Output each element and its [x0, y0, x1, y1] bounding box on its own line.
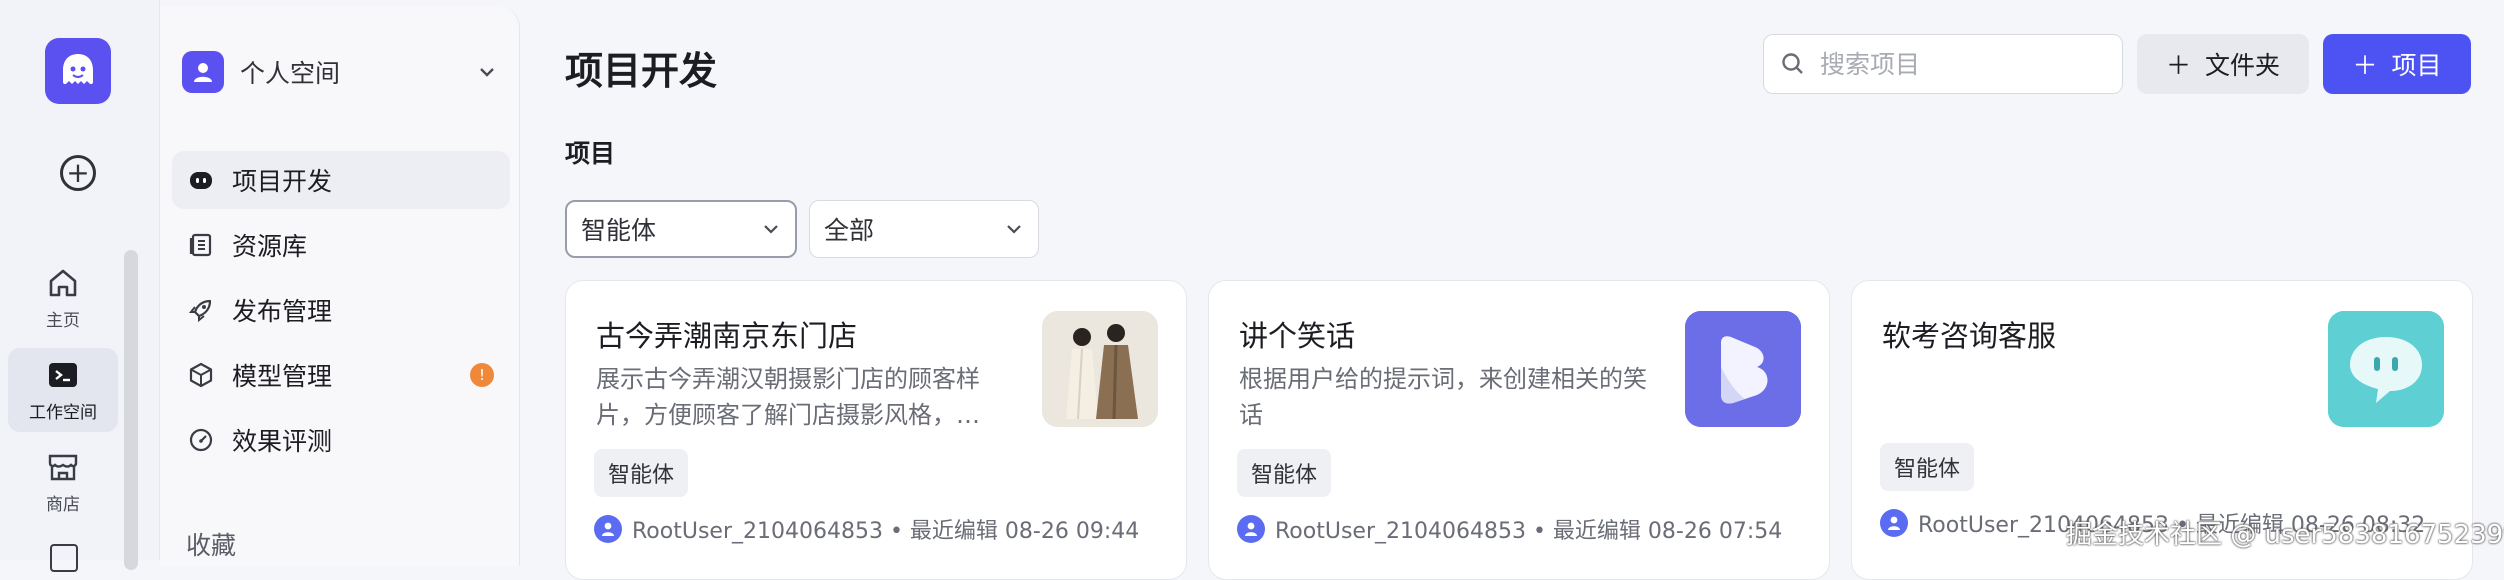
card-tag: 智能体 — [1237, 449, 1332, 497]
card-meta-text: RootUser_2104064853 • 最近编辑 08-26 07:54 — [1275, 519, 1783, 544]
project-card[interactable]: 讲个笑话 根据用户给的提示词，来创建相关的笑话 智能体 RootUser_210… — [1208, 280, 1830, 580]
library-icon — [189, 233, 212, 257]
plus-icon: ＋ — [2165, 51, 2191, 80]
search-icon — [1782, 53, 1803, 74]
new-folder-button[interactable]: ＋ 文件夹 — [2137, 34, 2309, 94]
terminal-icon — [49, 362, 77, 387]
avatar — [1880, 509, 1908, 537]
new-project-label: 项目 — [2391, 51, 2442, 80]
app-rail: + 主页 工作空间 商店 — [0, 0, 160, 572]
store-icon — [48, 454, 78, 480]
sidebar-item-label: 项目开发 — [232, 167, 333, 196]
card-description: 展示古今弄潮汉朝摄影门店的顾客样片，方便顾客了解门店摄影风格，… — [596, 365, 980, 429]
chevron-down-icon — [764, 225, 778, 234]
card-description: 根据用户给的提示词，来创建相关的笑话 — [1239, 365, 1647, 429]
sidebar-item-models[interactable]: 模型管理 ! — [172, 346, 510, 404]
chat-bubble-icon — [2328, 311, 2444, 427]
sidebar-item-label: 资源库 — [232, 232, 308, 261]
rail-scrollbar[interactable] — [124, 250, 138, 570]
rail-item-label: 主页 — [46, 310, 80, 331]
user-icon — [194, 63, 212, 82]
sidebar-item-library[interactable]: 资源库 — [172, 216, 510, 274]
hanfu-photo-icon — [1042, 311, 1158, 427]
page-title: 项目开发 — [565, 49, 718, 93]
bot-icon — [190, 172, 212, 189]
sidebar-item-label: 效果评测 — [232, 427, 333, 456]
rail-item-home[interactable]: 主页 — [8, 256, 118, 340]
sidebar-item-evaluation[interactable]: 效果评测 — [172, 411, 510, 469]
rail-item-store[interactable]: 商店 — [8, 440, 118, 524]
b-logo-icon — [1685, 311, 1801, 427]
project-card[interactable]: 古今弄潮南京东门店 展示古今弄潮汉朝摄影门店的顾客样片，方便顾客了解门店摄影风格… — [565, 280, 1187, 580]
ghost-logo-icon — [63, 54, 93, 85]
rail-item-workspace[interactable]: 工作空间 — [8, 348, 118, 432]
watermark: 掘金技术社区 @ user5838167523996 — [2066, 520, 2504, 550]
card-meta: RootUser_2104064853 • 最近编辑 08-26 09:44 — [594, 513, 1139, 545]
new-project-button[interactable]: ＋ 项目 — [2323, 34, 2471, 94]
card-title: 讲个笑话 — [1239, 319, 1356, 353]
cube-icon — [189, 362, 213, 388]
card-tag: 智能体 — [1880, 443, 1975, 491]
user-icon — [602, 522, 614, 536]
warning-badge: ! — [470, 363, 494, 387]
home-icon — [49, 269, 77, 296]
gauge-icon — [189, 428, 213, 452]
card-tag: 智能体 — [594, 449, 689, 497]
sidebar-item-project-dev[interactable]: 项目开发 — [172, 151, 510, 209]
space-name: 个人空间 — [240, 59, 341, 88]
new-folder-label: 文件夹 — [2205, 51, 2281, 80]
create-button[interactable]: + — [60, 155, 96, 191]
search-input[interactable] — [1820, 49, 2110, 79]
sidebar-menu: 项目开发 资源库 发布管理 模型管理 ! 效果评测 — [172, 151, 510, 476]
plus-icon: ＋ — [2352, 51, 2378, 80]
rail-item-label: 商店 — [46, 494, 80, 515]
app-logo[interactable] — [45, 38, 111, 104]
space-switcher[interactable]: 个人空间 — [182, 50, 497, 94]
favorites-heading: 收藏 — [186, 531, 237, 560]
card-meta-text: RootUser_2104064853 • 最近编辑 08-26 09:44 — [632, 519, 1140, 544]
avatar — [1237, 515, 1265, 543]
user-icon — [1245, 522, 1257, 536]
sidebar-item-label: 模型管理 — [232, 362, 333, 391]
section-title: 项目 — [565, 139, 616, 168]
rocket-icon — [188, 299, 212, 323]
chevron-down-icon — [1007, 225, 1021, 234]
sidebar-item-label: 发布管理 — [232, 297, 333, 326]
card-title: 古今弄潮南京东门店 — [596, 319, 858, 353]
main-content: 项目开发 ＋ 文件夹 ＋ 项目 项目 智能体 全部 古今弄潮南京东门店 展示古今… — [520, 0, 2504, 580]
card-title: 软考咨询客服 — [1882, 319, 2057, 353]
grid-icon[interactable] — [50, 544, 78, 572]
search-box[interactable] — [1763, 34, 2123, 94]
chevron-down-icon — [480, 68, 494, 77]
plus-icon: + — [66, 156, 90, 189]
b-logo-icon — [1685, 311, 1801, 427]
user-icon — [1888, 516, 1900, 530]
photo-thumbnail — [1042, 311, 1158, 427]
sidebar: 个人空间 项目开发 资源库 发布管理 模型管理 ! 效果评测 收藏 — [160, 6, 520, 566]
type-filter-value: 智能体 — [581, 216, 657, 245]
chat-bubble-icon — [2328, 311, 2444, 427]
type-filter-select[interactable]: 智能体 — [565, 200, 797, 258]
sidebar-item-publish[interactable]: 发布管理 — [172, 281, 510, 339]
space-avatar — [182, 51, 224, 93]
scope-filter-select[interactable]: 全部 — [809, 200, 1039, 258]
card-meta: RootUser_2104064853 • 最近编辑 08-26 07:54 — [1237, 513, 1782, 545]
rail-item-label: 工作空间 — [29, 402, 97, 423]
scope-filter-value: 全部 — [824, 216, 875, 245]
avatar — [594, 515, 622, 543]
